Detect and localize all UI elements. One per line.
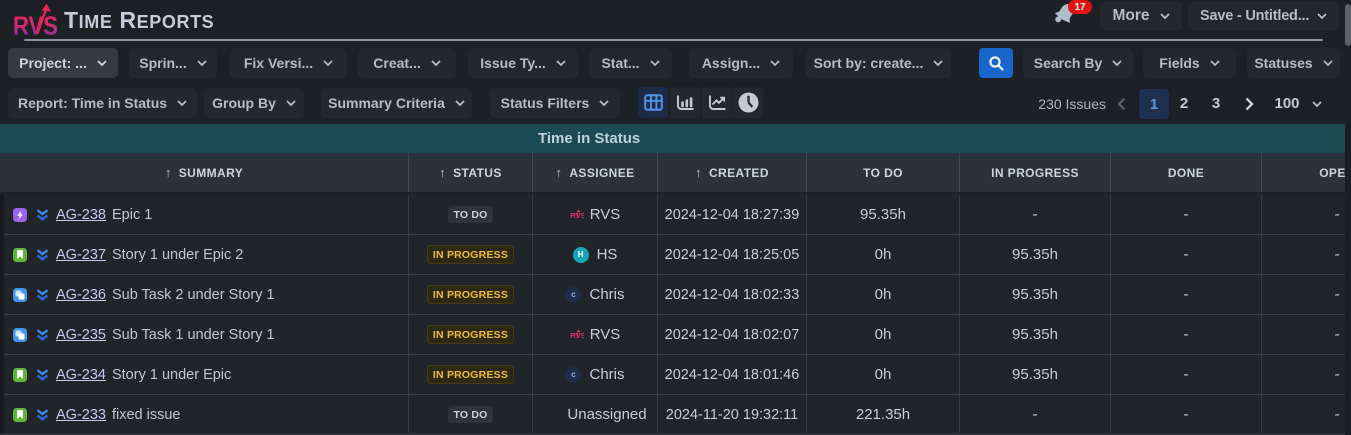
svg-text:RVS: RVS: [13, 11, 58, 39]
